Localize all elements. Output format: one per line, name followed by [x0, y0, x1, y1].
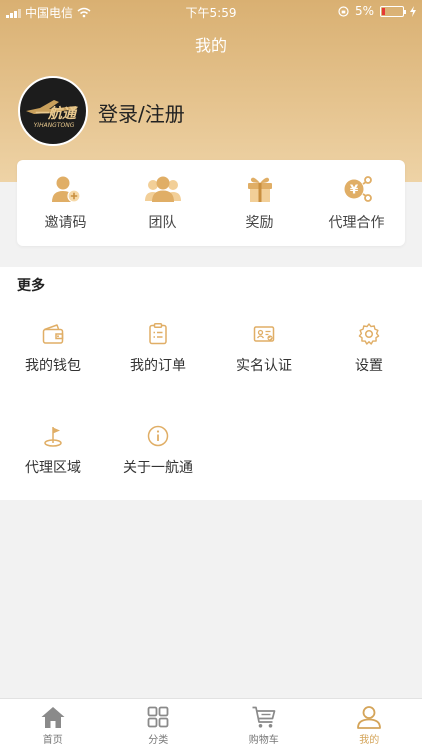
tab-cart[interactable]: 购物车 — [211, 699, 317, 750]
invite-code-label: 邀请码 — [44, 215, 87, 231]
profile-icon — [357, 706, 382, 729]
my-wallet-label: 我的钱包 — [25, 358, 81, 374]
tab-profile-label: 我的 — [359, 735, 380, 746]
tab-category-label: 分类 — [148, 735, 169, 746]
about-label: 关于一航通 — [123, 460, 193, 476]
invite-user-icon — [51, 176, 81, 203]
team-label: 团队 — [148, 215, 177, 231]
battery-percent: 5% — [354, 4, 374, 18]
page-title: 我的 — [194, 36, 227, 55]
tab-home[interactable]: 首页 — [0, 699, 106, 750]
order-icon — [149, 323, 167, 345]
logo-text: 一航通 — [34, 105, 78, 122]
info-icon — [147, 425, 169, 447]
my-orders-button[interactable]: 我的订单 — [105, 322, 211, 375]
region-flag-icon — [44, 427, 62, 447]
more-section: 更多 我的钱包 我的订单 实名认证 设置 代理区域 关于一航通 — [0, 267, 422, 500]
tab-cart-label: 购物车 — [248, 735, 279, 746]
home-icon — [41, 707, 65, 728]
status-bar: 中国电信 下午5:59 5% — [0, 0, 422, 22]
team-button[interactable]: 团队 — [114, 160, 211, 246]
tab-home-label: 首页 — [42, 735, 63, 746]
login-register-link[interactable]: 登录/注册 — [98, 98, 185, 127]
agent-region-label: 代理区域 — [25, 460, 81, 476]
agent-cooperation-button[interactable]: ¥ 代理合作 — [308, 160, 405, 246]
id-card-icon — [253, 326, 275, 342]
tab-category[interactable]: 分类 — [106, 699, 212, 750]
settings-button[interactable]: 设置 — [316, 322, 422, 375]
invite-code-button[interactable]: 邀请码 — [17, 160, 114, 246]
svg-text:¥: ¥ — [349, 183, 358, 197]
settings-label: 设置 — [355, 358, 383, 374]
bottom-tab-bar: 首页 分类 购物车 我的 — [0, 698, 422, 750]
avatar[interactable]: 一航通 YIHANGTONG — [18, 76, 88, 146]
my-orders-label: 我的订单 — [130, 358, 186, 374]
real-name-auth-label: 实名认证 — [236, 358, 292, 374]
agent-region-button[interactable]: 代理区域 — [0, 424, 106, 477]
about-button[interactable]: 关于一航通 — [105, 424, 211, 477]
cooperation-icon: ¥ — [344, 176, 372, 202]
category-icon — [147, 706, 169, 728]
agent-cooperation-label: 代理合作 — [328, 215, 385, 231]
gift-icon — [247, 177, 272, 202]
real-name-auth-button[interactable]: 实名认证 — [211, 322, 317, 375]
my-wallet-button[interactable]: 我的钱包 — [0, 322, 106, 375]
battery-icon — [380, 5, 406, 17]
app-logo: 一航通 YIHANGTONG — [26, 100, 78, 129]
quick-actions-card: 邀请码 团队 奖励 ¥ 代理合作 — [17, 160, 405, 246]
team-icon — [144, 176, 181, 202]
logo-subtext: YIHANGTONG — [34, 122, 75, 129]
reward-label: 奖励 — [245, 215, 274, 231]
more-heading: 更多 — [17, 278, 45, 294]
wallet-icon — [42, 324, 64, 344]
charging-icon — [410, 5, 416, 17]
profile-header: 中国电信 下午5:59 5% 我的 一航通 YIHANGTONG 登录/注册 — [0, 0, 422, 182]
reward-button[interactable]: 奖励 — [211, 160, 308, 246]
orientation-lock-icon — [338, 5, 349, 17]
cart-icon — [252, 706, 276, 728]
tab-profile[interactable]: 我的 — [317, 699, 422, 750]
settings-icon — [358, 323, 380, 345]
